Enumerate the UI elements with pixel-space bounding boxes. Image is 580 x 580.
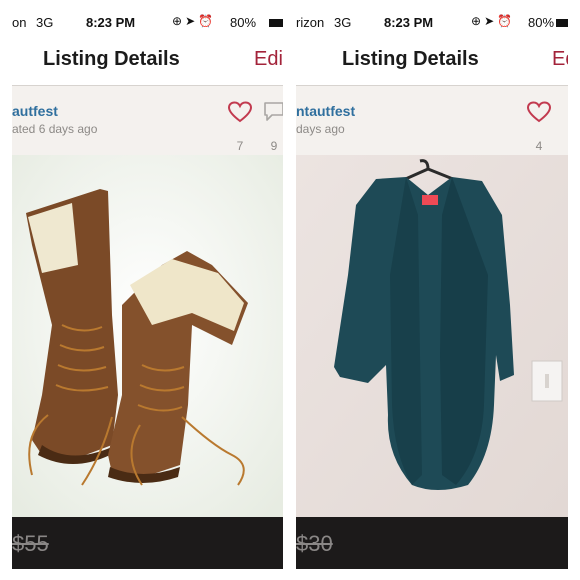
page-title: Listing Details xyxy=(43,48,180,70)
edit-button[interactable]: Ed xyxy=(552,48,568,71)
battery-icon xyxy=(269,19,283,27)
location-arrow-icon: ➤ xyxy=(484,14,498,28)
battery-percent: 80% xyxy=(528,15,555,30)
status-bar: rizon 3G 8:23 PM ⊕➤⏰ 80% xyxy=(296,11,568,33)
price-bar xyxy=(296,517,568,569)
listing-price: $55 xyxy=(12,531,49,556)
right-phone-screen: rizon 3G 8:23 PM ⊕➤⏰ 80% Listing Details… xyxy=(296,11,568,569)
listing-price: $30 xyxy=(296,531,333,556)
heart-icon[interactable] xyxy=(227,101,253,123)
edit-button[interactable]: Edit xyxy=(254,48,283,71)
status-bar: on 3G 8:23 PM ⊕➤⏰ 80% xyxy=(12,11,283,33)
battery-icon xyxy=(556,19,568,27)
network-type: 3G xyxy=(36,15,54,30)
like-count: 4 xyxy=(535,139,543,153)
seller-username-link[interactable]: ntautfest xyxy=(296,103,355,119)
rotation-lock-icon: ⊕ xyxy=(471,14,485,28)
status-time: 8:23 PM xyxy=(86,15,136,30)
price-bar xyxy=(12,517,283,569)
left-phone-screen: on 3G 8:23 PM ⊕➤⏰ 80% Listing Details Ed… xyxy=(12,11,283,569)
heart-icon[interactable] xyxy=(526,101,552,123)
network-type: 3G xyxy=(334,15,352,30)
comment-count: 9 xyxy=(270,139,278,153)
alarm-icon: ⏰ xyxy=(497,14,516,28)
alarm-icon: ⏰ xyxy=(198,14,217,28)
status-time: 8:23 PM xyxy=(384,15,434,30)
posted-time: ated 6 days ago xyxy=(12,122,98,136)
carrier-name: on xyxy=(12,15,27,30)
listing-photo-cardigan[interactable] xyxy=(296,155,568,519)
nav-bar: Listing Details Edit xyxy=(12,33,283,86)
posted-time: days ago xyxy=(296,122,345,136)
like-count: 7 xyxy=(236,139,244,153)
carrier-name: rizon xyxy=(296,15,325,30)
comment-bubble-icon[interactable] xyxy=(262,100,283,124)
page-title: Listing Details xyxy=(342,48,479,70)
location-arrow-icon: ➤ xyxy=(185,14,199,28)
battery-percent: 80% xyxy=(230,15,257,30)
status-icons: ⊕➤⏰ xyxy=(172,14,216,28)
status-icons: ⊕➤⏰ xyxy=(471,14,515,28)
seller-username-link[interactable]: autfest xyxy=(12,103,58,119)
listing-photo-boots[interactable] xyxy=(12,155,283,519)
rotation-lock-icon: ⊕ xyxy=(172,14,186,28)
nav-bar: Listing Details Ed xyxy=(296,33,568,86)
